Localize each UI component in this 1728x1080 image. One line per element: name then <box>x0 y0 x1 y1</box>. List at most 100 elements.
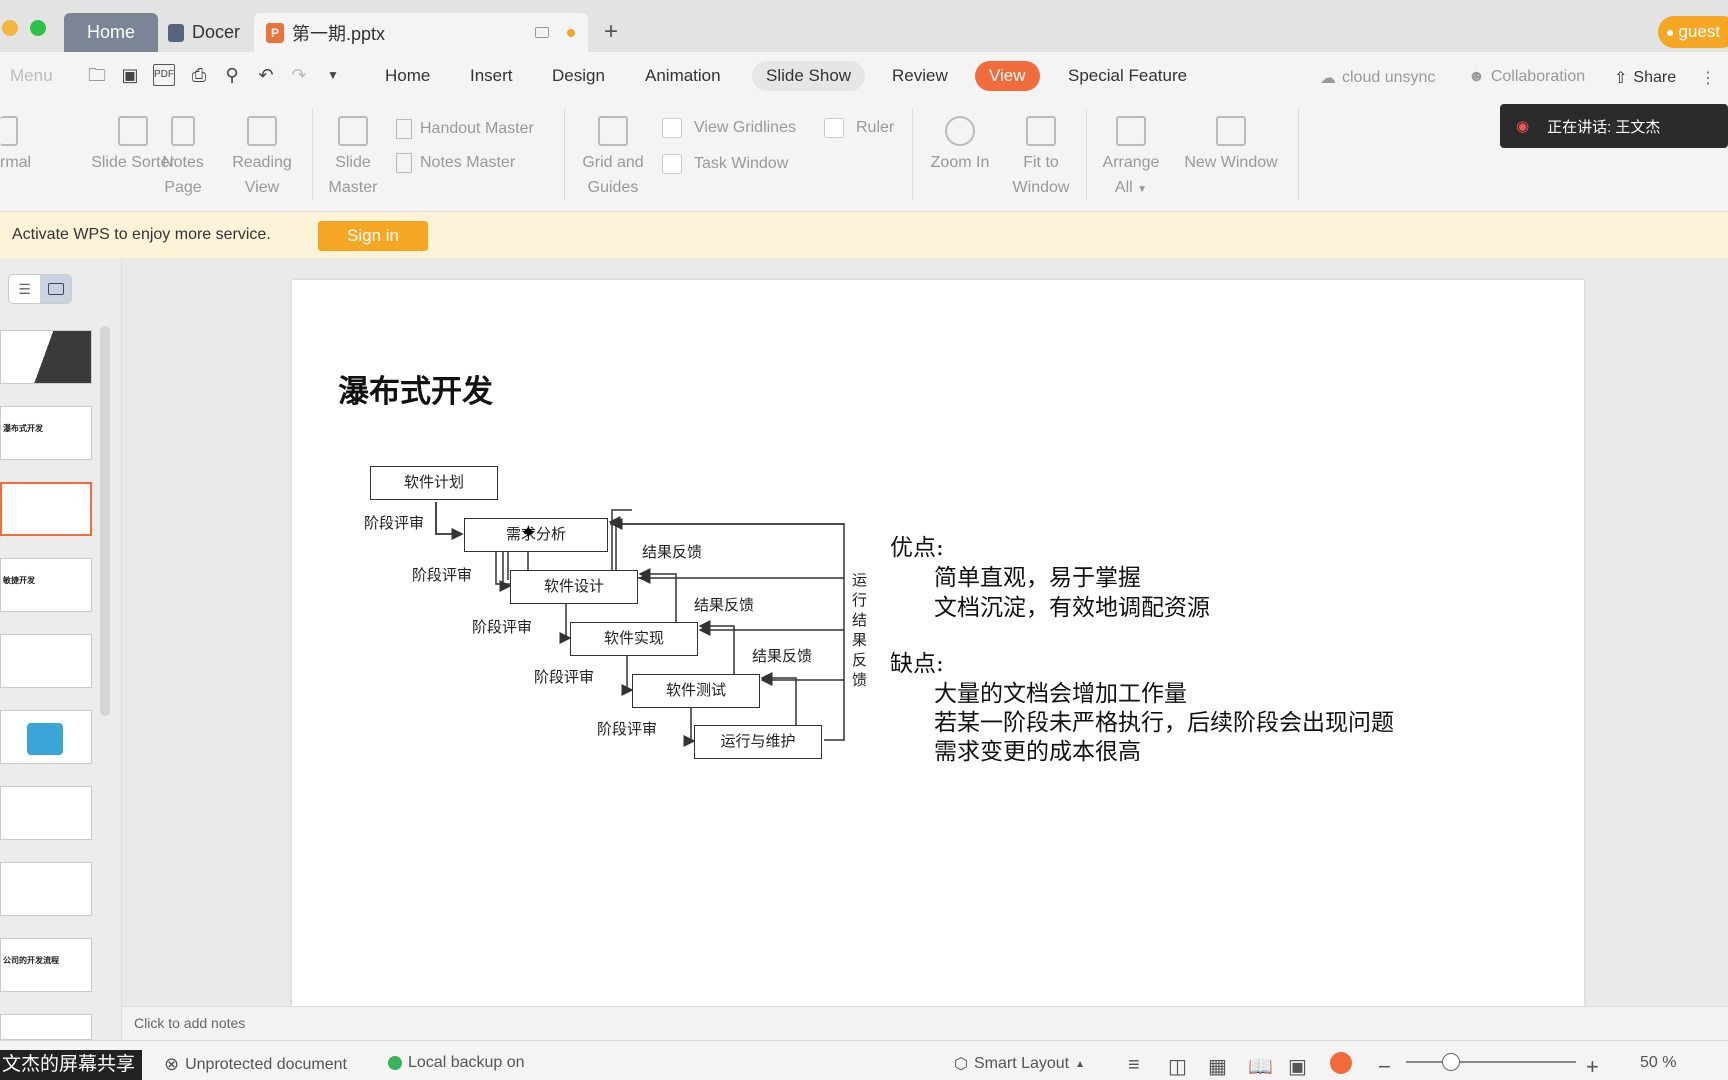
print-icon[interactable]: ⎙ <box>188 64 210 86</box>
cons-item[interactable]: 需求变更的成本很高 <box>934 732 1141 766</box>
pdf-icon[interactable]: PDF <box>153 64 175 86</box>
diagram-label-review: 阶段评审 <box>364 514 425 532</box>
zoom-out-button[interactable]: − <box>1378 1054 1391 1080</box>
customize-chevron-icon[interactable]: ▼ <box>322 64 344 86</box>
book-icon <box>247 116 277 146</box>
notes-page-button[interactable]: Notes Page <box>150 116 216 200</box>
slide-title[interactable]: 瀑布式开发 <box>338 366 493 411</box>
slide-thumbnail-10[interactable] <box>0 1014 92 1040</box>
sign-in-button[interactable]: Sign in <box>318 221 428 251</box>
zoom-in-button[interactable]: + <box>1586 1054 1599 1080</box>
cloud-status[interactable]: ☁ cloud unsync <box>1320 68 1435 88</box>
wave-image <box>27 723 63 755</box>
view-gridlines-checkbox[interactable]: View Gridlines <box>662 118 796 138</box>
task-window-checkbox[interactable]: Task Window <box>662 154 788 174</box>
smart-layout-button[interactable]: ⬡ Smart Layout ▲ <box>954 1054 1085 1074</box>
arrange-all-button[interactable]: Arrange All ▼ <box>1096 116 1166 202</box>
collaborator-icon: ☻ <box>1468 68 1485 85</box>
slide-thumbnail-9[interactable]: 公司的开发流程 <box>0 938 92 992</box>
collaboration-button[interactable]: ☻ Collaboration <box>1468 68 1585 86</box>
reading-view-button[interactable]: Reading View <box>224 116 300 200</box>
arrange-icon <box>1116 116 1146 146</box>
slide-sorter-icon[interactable]: ▦ <box>1208 1054 1227 1079</box>
diagram-label-review: 阶段评审 <box>534 668 595 686</box>
slide-thumbnail-4[interactable]: 敏捷开发 <box>0 558 92 612</box>
slide-sorter-icon <box>118 116 148 146</box>
tab-home[interactable]: Home <box>64 13 158 52</box>
ribbon-divider <box>1086 108 1087 200</box>
menu-button[interactable]: Menu <box>10 66 53 86</box>
share-button[interactable]: ⇧ Share <box>1614 68 1676 88</box>
menu-slide-show[interactable]: Slide Show <box>752 61 866 91</box>
menu-special-feature[interactable]: Special Feature <box>1068 66 1187 86</box>
outline-list-icon[interactable]: ☰ <box>9 275 40 303</box>
notes-toggle-icon[interactable]: ≡ <box>1128 1054 1140 1077</box>
view-gridlines-box[interactable] <box>662 118 682 138</box>
zoom-in-button[interactable]: Zoom In <box>922 116 998 175</box>
presenter-icon[interactable]: ▣ <box>1288 1054 1307 1079</box>
open-icon[interactable]: 🗀 <box>86 64 108 86</box>
mouse-cursor-icon: ✦ <box>520 522 537 544</box>
slide-thumbnail-7[interactable] <box>0 786 92 840</box>
task-window-box[interactable] <box>662 154 682 174</box>
slide-thumbnail-8[interactable] <box>0 862 92 916</box>
menu-review[interactable]: Review <box>892 66 948 86</box>
slide-thumbnail-1[interactable] <box>0 330 92 384</box>
grid-and-guides-button[interactable]: Grid and Guides <box>576 116 650 200</box>
slide-thumbnail-5[interactable] <box>0 634 92 688</box>
diagram-label-review: 阶段评审 <box>597 720 658 738</box>
slide-thumbnail-6[interactable] <box>0 710 92 764</box>
minimize-button[interactable] <box>2 20 18 36</box>
menu-animation[interactable]: Animation <box>645 66 721 86</box>
cons-heading[interactable]: 缺点: <box>890 644 944 678</box>
dropdown-chevron-icon: ▼ <box>1137 184 1148 195</box>
speaker-indicator: ◉ 正在讲话: 王文杰 <box>1500 104 1728 148</box>
slide-thumbnail-3[interactable] <box>0 482 92 536</box>
maximize-button[interactable] <box>30 20 46 36</box>
view-toggle[interactable]: ☰ <box>8 274 72 304</box>
menu-design[interactable]: Design <box>552 66 605 86</box>
slide-master-button[interactable]: Slide Master <box>318 116 388 200</box>
tab-docer[interactable]: Docer <box>168 13 248 52</box>
monitor-icon[interactable] <box>535 27 550 38</box>
document-protection-status[interactable]: ⊗ Unprotected document <box>164 1054 347 1075</box>
zoom-level[interactable]: 50 % <box>1640 1054 1676 1072</box>
zoom-slider-track[interactable] <box>1406 1061 1576 1063</box>
notes-area[interactable]: Click to add notes <box>122 1006 1728 1040</box>
ruler-box[interactable] <box>824 118 844 138</box>
new-tab-button[interactable]: + <box>604 18 618 46</box>
undo-icon[interactable]: ↶ <box>255 64 277 86</box>
more-icon[interactable]: ⋮ <box>1700 68 1716 88</box>
thumbnail-view-icon[interactable] <box>40 275 71 303</box>
play-slideshow-icon[interactable] <box>1330 1052 1352 1074</box>
local-backup-status[interactable]: Local backup on <box>388 1054 525 1072</box>
smart-layout-icon: ⬡ <box>954 1056 968 1073</box>
pros-heading[interactable]: 优点: <box>890 528 944 562</box>
normal-view-button[interactable]: rmal <box>0 116 34 175</box>
reading-view-icon[interactable]: 📖 <box>1248 1054 1273 1079</box>
save-icon[interactable]: ▣ <box>119 64 141 86</box>
ruler-checkbox[interactable]: Ruler <box>824 118 894 138</box>
normal-view-icon[interactable]: ◫ <box>1168 1054 1187 1079</box>
guest-badge[interactable]: ● guest <box>1658 16 1728 48</box>
pros-item[interactable]: 简单直观，易于掌握 <box>934 558 1141 592</box>
menu-insert[interactable]: Insert <box>470 66 513 86</box>
pros-item[interactable]: 文档沉淀，有效地调配资源 <box>934 588 1210 622</box>
fit-to-window-button[interactable]: Fit to Window <box>1004 116 1078 200</box>
ribbon-divider <box>564 108 565 200</box>
zoom-slider-handle[interactable] <box>1442 1053 1460 1071</box>
dropdown-chevron-icon: ▲ <box>1075 1058 1086 1070</box>
cloud-icon: ☁ <box>1320 70 1336 87</box>
handout-master-button[interactable]: Handout Master <box>396 116 534 141</box>
print-preview-icon[interactable]: ⚲ <box>221 64 243 86</box>
thumbnail-scrollbar[interactable] <box>100 326 110 716</box>
diagram-label-feedback: 结果反馈 <box>642 543 703 561</box>
notes-master-icon <box>396 152 412 173</box>
menu-view[interactable]: View <box>975 61 1040 91</box>
redo-icon[interactable]: ↷ <box>288 64 310 86</box>
menu-home[interactable]: Home <box>385 66 430 86</box>
slide-thumbnail-2[interactable]: 瀑布式开发 <box>0 406 92 460</box>
tab-document[interactable]: P 第一期.pptx <box>254 13 588 52</box>
new-window-button[interactable]: New Window <box>1176 116 1286 175</box>
notes-master-button[interactable]: Notes Master <box>396 150 515 175</box>
